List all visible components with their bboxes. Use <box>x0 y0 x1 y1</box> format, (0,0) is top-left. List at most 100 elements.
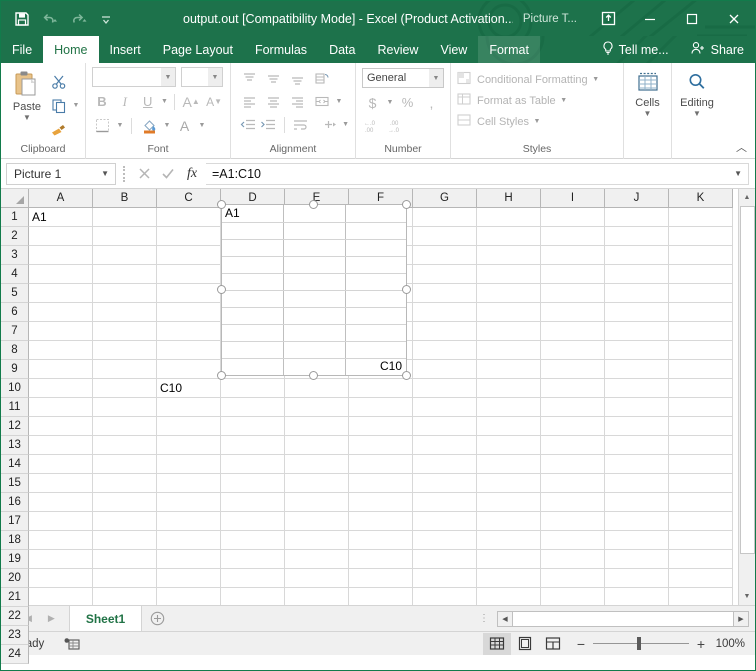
cell-I15[interactable] <box>541 474 605 493</box>
row-header-24[interactable]: 24 <box>1 645 29 664</box>
row-header-2[interactable]: 2 <box>1 227 29 246</box>
cell-B19[interactable] <box>93 550 157 569</box>
accounting-chevron-down-icon[interactable]: ▼ <box>386 99 394 106</box>
cell-G20[interactable] <box>413 569 477 588</box>
orientation-icon[interactable] <box>311 68 332 89</box>
cell-K9[interactable] <box>669 360 733 379</box>
cell-B20[interactable] <box>93 569 157 588</box>
row-header-10[interactable]: 10 <box>1 379 29 398</box>
cell-J10[interactable] <box>605 379 669 398</box>
cell-H4[interactable] <box>477 265 541 284</box>
tab-home[interactable]: Home <box>43 36 98 63</box>
scroll-up-icon[interactable]: ▲ <box>739 189 756 206</box>
conditional-formatting-chevron-down-icon[interactable]: ▼ <box>592 76 600 83</box>
row-header-1[interactable]: 1 <box>1 208 29 227</box>
cell-K18[interactable] <box>669 531 733 550</box>
format-painter-icon[interactable] <box>48 119 69 140</box>
name-box-chevron-down-icon[interactable]: ▼ <box>101 169 109 178</box>
row-header-14[interactable]: 14 <box>1 455 29 474</box>
zoom-in-button[interactable]: + <box>695 636 707 652</box>
cell-B7[interactable] <box>93 322 157 341</box>
row-header-5[interactable]: 5 <box>1 284 29 303</box>
font-color-chevron-down-icon[interactable]: ▼ <box>198 122 206 129</box>
cell-J12[interactable] <box>605 417 669 436</box>
maximize-icon[interactable] <box>671 1 713 36</box>
cell-B11[interactable] <box>93 398 157 417</box>
row-header-23[interactable]: 23 <box>1 626 29 645</box>
cell-H18[interactable] <box>477 531 541 550</box>
orientation-chevron-down-icon[interactable] <box>335 75 343 82</box>
cell-J3[interactable] <box>605 246 669 265</box>
cell-H10[interactable] <box>477 379 541 398</box>
increase-decimal-icon[interactable]: ←.0.00 <box>362 115 383 136</box>
shrink-font-button[interactable]: A▼ <box>204 91 224 112</box>
comma-format-button[interactable]: , <box>421 92 442 113</box>
cell-H9[interactable] <box>477 360 541 379</box>
cell-I4[interactable] <box>541 265 605 284</box>
cell-B8[interactable] <box>93 341 157 360</box>
cell-A7[interactable] <box>29 322 93 341</box>
row-header-15[interactable]: 15 <box>1 474 29 493</box>
page-layout-icon[interactable] <box>511 633 539 655</box>
cell-K15[interactable] <box>669 474 733 493</box>
cell-K12[interactable] <box>669 417 733 436</box>
cell-G14[interactable] <box>413 455 477 474</box>
horizontal-scroll-track[interactable] <box>513 611 733 627</box>
bold-button[interactable]: B <box>92 91 112 112</box>
insert-function-icon[interactable]: fx <box>180 163 204 185</box>
cell-B1[interactable] <box>93 208 157 227</box>
zoom-slider-track[interactable] <box>593 643 689 644</box>
tab-format[interactable]: Format <box>478 36 540 63</box>
row-header-16[interactable]: 16 <box>1 493 29 512</box>
cell-A4[interactable] <box>29 265 93 284</box>
cell-G6[interactable] <box>413 303 477 322</box>
cell-B10[interactable] <box>93 379 157 398</box>
cell-C14[interactable] <box>157 455 221 474</box>
font-name-chevron-down-icon[interactable]: ▼ <box>161 68 175 86</box>
cell-H21[interactable] <box>477 588 541 605</box>
cell-G1[interactable] <box>413 208 477 227</box>
editing-button[interactable]: Editing ▼ <box>677 67 717 143</box>
merge-chevron-down-icon[interactable]: ▼ <box>335 98 343 105</box>
cell-J5[interactable] <box>605 284 669 303</box>
align-bottom-icon[interactable] <box>287 68 308 89</box>
column-header-h[interactable]: H <box>477 189 541 208</box>
cell-H3[interactable] <box>477 246 541 265</box>
cell-A10[interactable] <box>29 379 93 398</box>
cell-J4[interactable] <box>605 265 669 284</box>
underline-chevron-down-icon[interactable]: ▼ <box>161 98 169 105</box>
align-right-icon[interactable] <box>287 91 308 112</box>
column-header-i[interactable]: I <box>541 189 605 208</box>
customize-quick-access-icon[interactable] <box>93 6 119 32</box>
scroll-right-icon[interactable]: ▶ <box>733 611 749 627</box>
borders-icon[interactable] <box>92 115 113 136</box>
cell-K6[interactable] <box>669 303 733 322</box>
vertical-scroll-track[interactable] <box>739 206 756 588</box>
cell-J2[interactable] <box>605 227 669 246</box>
cell-I17[interactable] <box>541 512 605 531</box>
editing-chevron-down-icon[interactable]: ▼ <box>693 110 701 118</box>
resize-handle-bottom-center[interactable] <box>309 371 318 380</box>
cell-A9[interactable] <box>29 360 93 379</box>
row-header-3[interactable]: 3 <box>1 246 29 265</box>
collapse-ribbon-icon[interactable]: ︿ <box>736 139 747 155</box>
column-header-g[interactable]: G <box>413 189 477 208</box>
tab-split-handle[interactable]: ⋮ <box>471 606 497 631</box>
row-header-8[interactable]: 8 <box>1 341 29 360</box>
column-header-b[interactable]: B <box>93 189 157 208</box>
tab-file[interactable]: File <box>1 36 43 63</box>
picture-object[interactable]: A1 C10 <box>221 204 407 376</box>
cell-H19[interactable] <box>477 550 541 569</box>
cell-J21[interactable] <box>605 588 669 605</box>
cell-C18[interactable] <box>157 531 221 550</box>
cell-D10[interactable] <box>221 379 285 398</box>
cell-G10[interactable] <box>413 379 477 398</box>
cell-H20[interactable] <box>477 569 541 588</box>
cell-C15[interactable] <box>157 474 221 493</box>
cell-G7[interactable] <box>413 322 477 341</box>
resize-handle-top-right[interactable] <box>402 200 411 209</box>
cell-I11[interactable] <box>541 398 605 417</box>
resize-handle-middle-left[interactable] <box>217 285 226 294</box>
cell-B14[interactable] <box>93 455 157 474</box>
undo-icon[interactable] <box>37 6 63 32</box>
